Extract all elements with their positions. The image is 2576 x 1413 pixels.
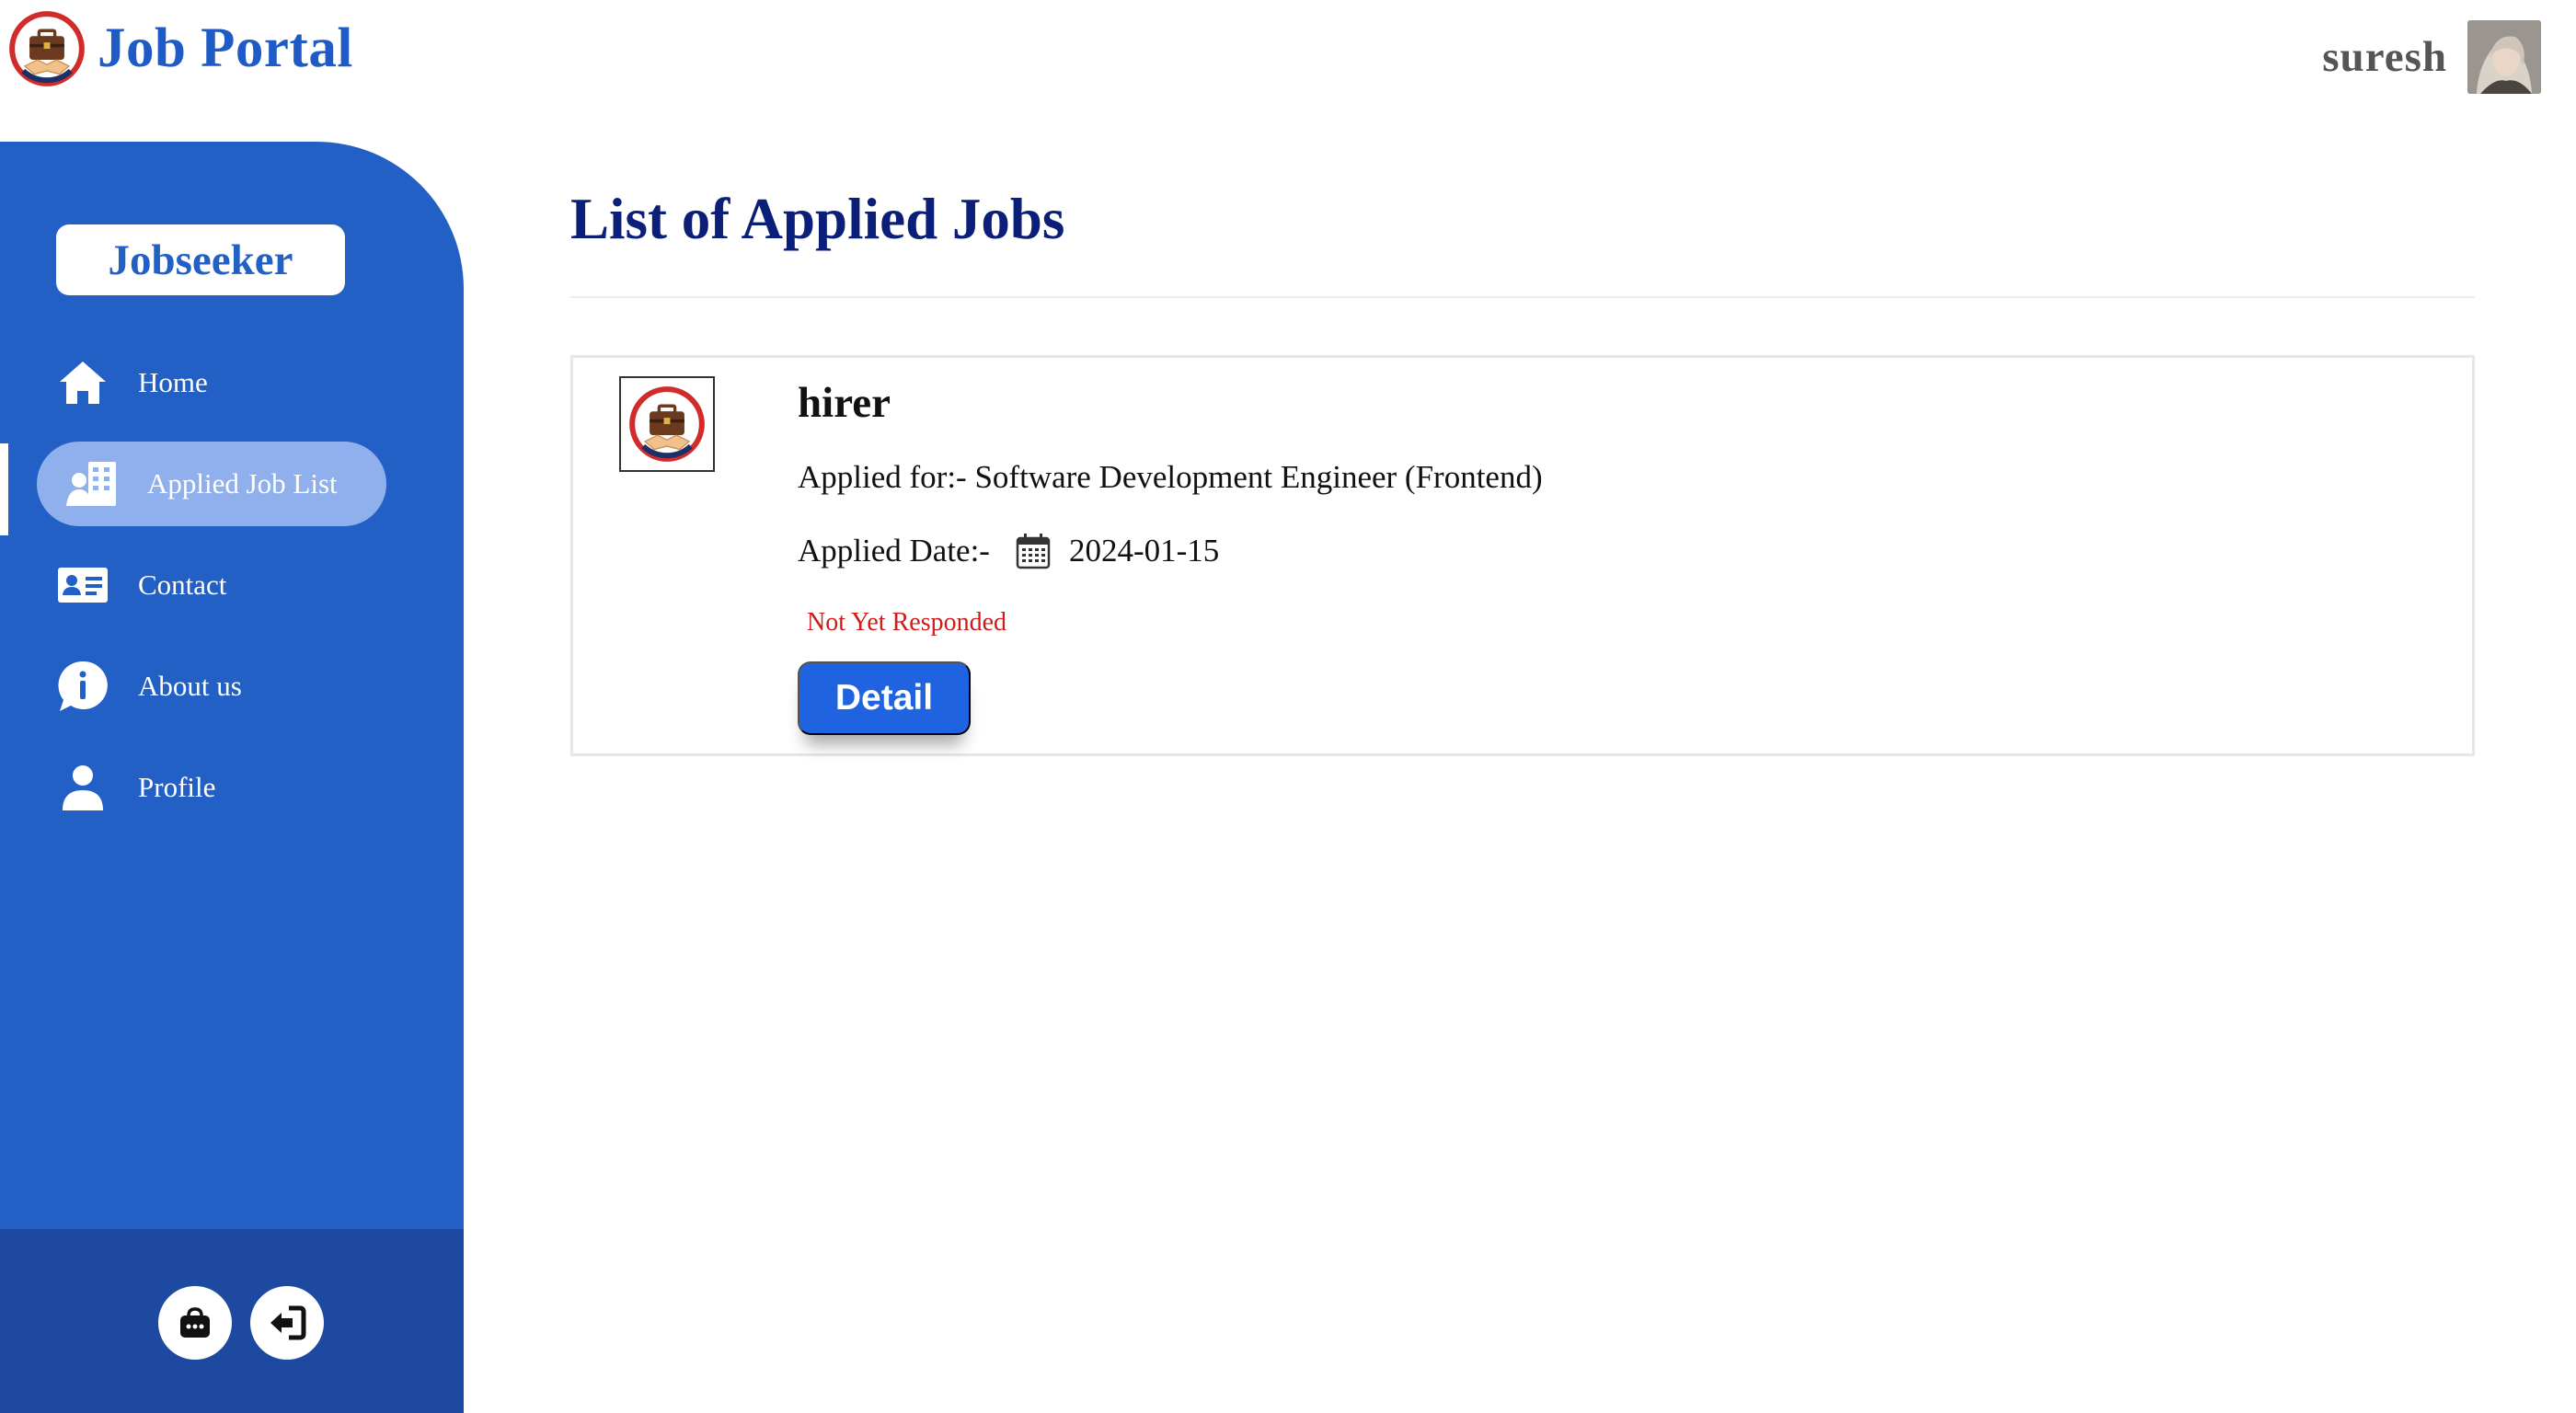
home-icon xyxy=(53,353,112,412)
sidebar: Jobseeker Home Applied Job List Contact … xyxy=(0,142,464,1413)
sidebar-item-applied-job-list[interactable]: Applied Job List xyxy=(0,442,464,526)
user-name: suresh xyxy=(2322,33,2447,81)
applied-for: Applied for:- Software Development Engin… xyxy=(798,459,1543,495)
calendar-icon xyxy=(1016,534,1051,569)
logout-button[interactable] xyxy=(250,1286,324,1360)
logout-icon xyxy=(270,1305,306,1340)
jobs-bag-button[interactable] xyxy=(158,1286,232,1360)
sidebar-item-label: Profile xyxy=(138,771,216,803)
company-logo xyxy=(619,376,715,472)
sidebar-footer xyxy=(0,1229,464,1413)
page: Job Portal suresh Jobseeker Home Applied… xyxy=(0,0,2576,1413)
sidebar-item-profile[interactable]: Profile xyxy=(0,745,464,830)
info-icon xyxy=(53,657,112,716)
user-icon xyxy=(53,758,112,817)
application-card: hirer Applied for:- Software Development… xyxy=(570,355,2475,756)
role-badge: Jobseeker xyxy=(56,224,345,295)
sidebar-item-home[interactable]: Home xyxy=(0,340,464,425)
sidebar-item-label: About us xyxy=(138,670,242,702)
company-name: hirer xyxy=(798,379,891,427)
applied-date-label: Applied Date:- xyxy=(798,533,990,569)
company-logo-icon xyxy=(629,386,705,462)
status-text: Not Yet Responded xyxy=(807,608,1007,637)
sidebar-item-about-us[interactable]: About us xyxy=(0,644,464,729)
detail-button[interactable]: Detail xyxy=(798,661,971,735)
user-menu[interactable]: suresh xyxy=(2322,20,2541,94)
avatar[interactable] xyxy=(2467,20,2541,94)
brand-title: Job Portal xyxy=(98,17,353,79)
jobs-bag-icon xyxy=(180,1307,210,1338)
active-indicator xyxy=(0,443,8,535)
sidebar-item-label: Applied Job List xyxy=(147,467,338,500)
brand[interactable]: Job Portal xyxy=(7,7,353,90)
applied-date-value: 2024-01-15 xyxy=(1068,533,1220,569)
applied-date-row: Applied Date:- 2024-01-15 xyxy=(798,533,1219,569)
contact-card-icon xyxy=(53,556,112,615)
avatar-photo-icon xyxy=(2467,20,2541,94)
job-portal-logo-icon xyxy=(9,11,85,86)
applied-list-icon xyxy=(63,454,121,513)
divider xyxy=(570,296,2475,298)
sidebar-item-contact[interactable]: Contact xyxy=(0,543,464,627)
sidebar-item-label: Home xyxy=(138,366,208,398)
page-title: List of Applied Jobs xyxy=(570,187,1065,251)
sidebar-item-label: Contact xyxy=(138,569,227,601)
